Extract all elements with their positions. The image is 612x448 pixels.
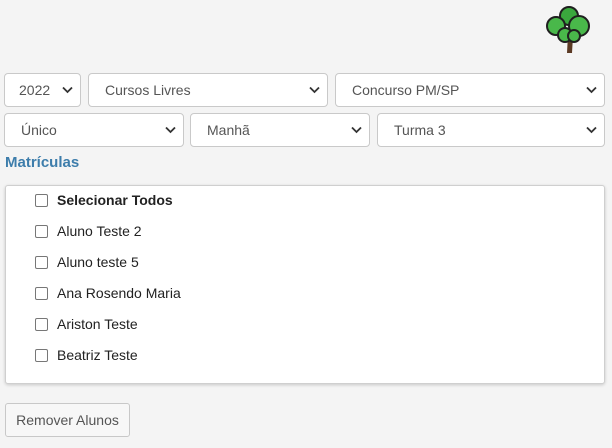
section-title: Matrículas <box>5 154 80 171</box>
student-name: Ariston Teste <box>57 316 138 332</box>
category-select-value: Cursos Livres <box>105 82 191 98</box>
student-name: Beatriz Teste <box>57 347 138 363</box>
chevron-down-icon <box>351 126 362 134</box>
student-name: Aluno teste 5 <box>57 254 139 270</box>
student-checkbox[interactable] <box>35 348 48 362</box>
student-checkbox[interactable] <box>35 286 48 300</box>
class-select-value: Turma 3 <box>394 122 446 138</box>
student-row[interactable]: Ariston Teste <box>35 314 138 334</box>
chevron-down-icon <box>586 86 597 94</box>
student-row[interactable]: Aluno Teste 2 <box>35 221 142 241</box>
student-row[interactable]: Ana Rosendo Maria <box>35 283 181 303</box>
shift-select[interactable]: Manhã <box>190 113 370 147</box>
student-checkbox[interactable] <box>35 317 48 331</box>
select-all-label: Selecionar Todos <box>57 192 173 208</box>
chevron-down-icon <box>165 126 176 134</box>
chevron-down-icon <box>309 86 320 94</box>
class-select[interactable]: Turma 3 <box>377 113 605 147</box>
year-select[interactable]: 2022 <box>4 73 81 107</box>
tree-logo-icon <box>546 6 590 53</box>
plan-select[interactable]: Único <box>4 113 184 147</box>
students-panel: Selecionar Todos Aluno Teste 2 Aluno tes… <box>5 185 605 384</box>
student-row[interactable]: Aluno teste 5 <box>35 252 139 272</box>
year-select-value: 2022 <box>19 82 51 98</box>
select-all-row[interactable]: Selecionar Todos <box>35 190 173 210</box>
chevron-down-icon <box>586 126 597 134</box>
course-select-value: Concurso PM/SP <box>352 82 460 98</box>
select-all-checkbox[interactable] <box>35 193 48 207</box>
student-checkbox[interactable] <box>35 255 48 269</box>
category-select[interactable]: Cursos Livres <box>88 73 328 107</box>
chevron-down-icon <box>62 86 73 94</box>
remove-students-button[interactable]: Remover Alunos <box>5 403 130 437</box>
student-row[interactable]: Beatriz Teste <box>35 345 138 365</box>
plan-select-value: Único <box>21 122 57 138</box>
course-select[interactable]: Concurso PM/SP <box>335 73 605 107</box>
student-checkbox[interactable] <box>35 224 48 238</box>
student-name: Aluno Teste 2 <box>57 223 142 239</box>
student-name: Ana Rosendo Maria <box>57 285 181 301</box>
shift-select-value: Manhã <box>207 122 250 138</box>
